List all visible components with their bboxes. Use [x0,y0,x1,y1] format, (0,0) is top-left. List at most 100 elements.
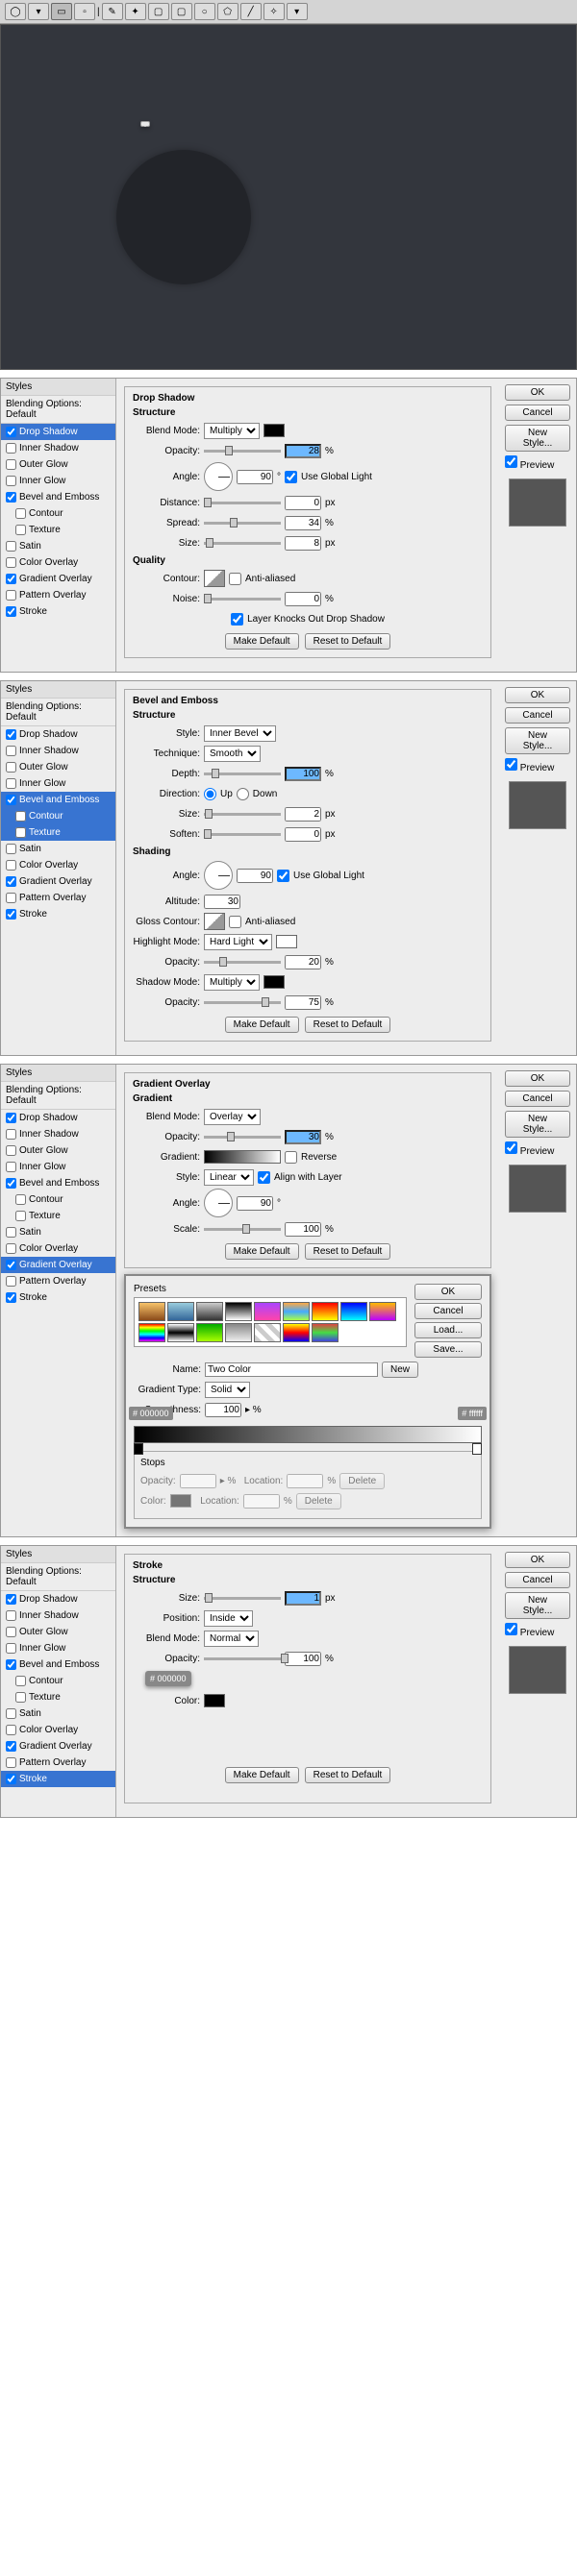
reverse-check[interactable] [285,1151,297,1164]
gradient-name-input[interactable] [205,1362,378,1377]
gradient-stop-left[interactable] [134,1443,143,1455]
style-item-pattern-overlay[interactable]: Pattern Overlay [1,1754,115,1771]
preview-check[interactable]: Preview [505,1623,570,1638]
smoothness-input[interactable] [205,1403,241,1417]
tool-add-icon[interactable]: ▫ [74,3,95,20]
antialiased-check[interactable] [229,916,241,928]
dir-down-radio[interactable] [237,788,249,800]
style-checkbox[interactable] [6,459,16,470]
gradient-preset[interactable] [167,1323,194,1342]
slider[interactable] [204,833,281,836]
style-item-stroke[interactable]: Stroke [1,906,115,922]
style-item-drop-shadow[interactable]: Drop Shadow [1,424,115,440]
style-item-color-overlay[interactable]: Color Overlay [1,1240,115,1257]
ok-button[interactable]: OK [505,687,570,703]
contour-swatch[interactable] [204,570,225,587]
style-item-color-overlay[interactable]: Color Overlay [1,857,115,873]
style-checkbox[interactable] [6,860,16,871]
style-checkbox[interactable] [15,1692,26,1703]
cancel-button[interactable]: Cancel [505,405,570,421]
new-style-button[interactable]: New Style... [505,1592,570,1619]
angle-dial[interactable] [204,861,233,890]
style-checkbox[interactable] [6,1260,16,1270]
blending-options[interactable]: Blending Options: Default [1,698,115,726]
size-input[interactable] [285,807,321,822]
distance-input[interactable] [285,496,321,510]
style-item-gradient-overlay[interactable]: Gradient Overlay [1,1738,115,1754]
style-checkbox[interactable] [6,443,16,454]
style-item-stroke[interactable]: Stroke [1,603,115,620]
style-item-inner-glow[interactable]: Inner Glow [1,775,115,792]
spread-input[interactable] [285,516,321,530]
style-checkbox[interactable] [6,492,16,503]
opacity-input[interactable] [285,1130,321,1144]
slider[interactable] [204,1001,281,1004]
reset-default-button[interactable]: Reset to Default [305,1017,391,1033]
gradient-preset[interactable] [283,1302,310,1321]
style-item-contour[interactable]: Contour [1,808,115,824]
gradient-preset[interactable] [369,1302,396,1321]
style-checkbox[interactable] [6,1725,16,1735]
tool-circle-icon[interactable]: ○ [194,3,215,20]
gradient-preset[interactable] [196,1302,223,1321]
ok-button[interactable]: OK [505,384,570,401]
ok-button[interactable]: OK [414,1284,482,1300]
style-checkbox[interactable] [6,1276,16,1287]
new-button[interactable]: New [382,1362,418,1378]
style-checkbox[interactable] [15,1194,26,1205]
style-checkbox[interactable] [6,574,16,584]
style-checkbox[interactable] [6,1610,16,1621]
style-checkbox[interactable] [6,1594,16,1605]
shadow-select[interactable]: Multiply [204,974,260,991]
color-swatch[interactable] [263,424,285,437]
scale-input[interactable] [285,1222,321,1237]
style-item-drop-shadow[interactable]: Drop Shadow [1,726,115,743]
style-item-color-overlay[interactable]: Color Overlay [1,554,115,571]
style-item-bevel-and-emboss[interactable]: Bevel and Emboss [1,489,115,505]
style-item-pattern-overlay[interactable]: Pattern Overlay [1,587,115,603]
style-item-texture[interactable]: Texture [1,522,115,538]
circle-shape[interactable] [116,150,251,284]
slider[interactable] [204,813,281,816]
style-checkbox[interactable] [6,590,16,601]
style-item-gradient-overlay[interactable]: Gradient Overlay [1,1257,115,1273]
gradient-preset[interactable] [283,1323,310,1342]
gradient-preset[interactable] [312,1302,339,1321]
style-checkbox[interactable] [6,795,16,805]
tool-poly-icon[interactable]: ⬠ [217,3,238,20]
cancel-button[interactable]: Cancel [505,707,570,724]
canvas[interactable] [0,24,577,370]
angle-input[interactable] [237,1196,273,1211]
style-item-outer-glow[interactable]: Outer Glow [1,1624,115,1640]
style-checkbox[interactable] [6,1627,16,1637]
style-checkbox[interactable] [6,1227,16,1238]
style-checkbox[interactable] [6,1741,16,1752]
global-light-check[interactable] [277,870,289,882]
noise-input[interactable] [285,592,321,606]
style-checkbox[interactable] [6,427,16,437]
style-item-satin[interactable]: Satin [1,538,115,554]
position-select[interactable]: Inside [204,1610,253,1627]
style-item-texture[interactable]: Texture [1,1689,115,1705]
gradient-preset[interactable] [167,1302,194,1321]
tool-pen-icon[interactable]: ✎ [102,3,123,20]
angle-dial[interactable] [204,462,233,491]
style-item-outer-glow[interactable]: Outer Glow [1,759,115,775]
shadow-swatch[interactable] [263,975,285,989]
reset-default-button[interactable]: Reset to Default [305,1243,391,1260]
style-item-contour[interactable]: Contour [1,1673,115,1689]
make-default-button[interactable]: Make Default [225,1767,299,1783]
stroke-color-swatch[interactable] [204,1694,225,1707]
make-default-button[interactable]: Make Default [225,1017,299,1033]
tool-rrect-icon[interactable]: ▢ [171,3,192,20]
gradient-preset[interactable] [254,1323,281,1342]
style-checkbox[interactable] [6,1162,16,1172]
slider[interactable] [204,1657,281,1660]
style-checkbox[interactable] [6,909,16,920]
style-item-satin[interactable]: Satin [1,1224,115,1240]
reset-default-button[interactable]: Reset to Default [305,1767,391,1783]
slider[interactable] [204,1136,281,1139]
opacity-input[interactable] [285,444,321,458]
style-item-pattern-overlay[interactable]: Pattern Overlay [1,890,115,906]
gradient-preset[interactable] [340,1302,367,1321]
